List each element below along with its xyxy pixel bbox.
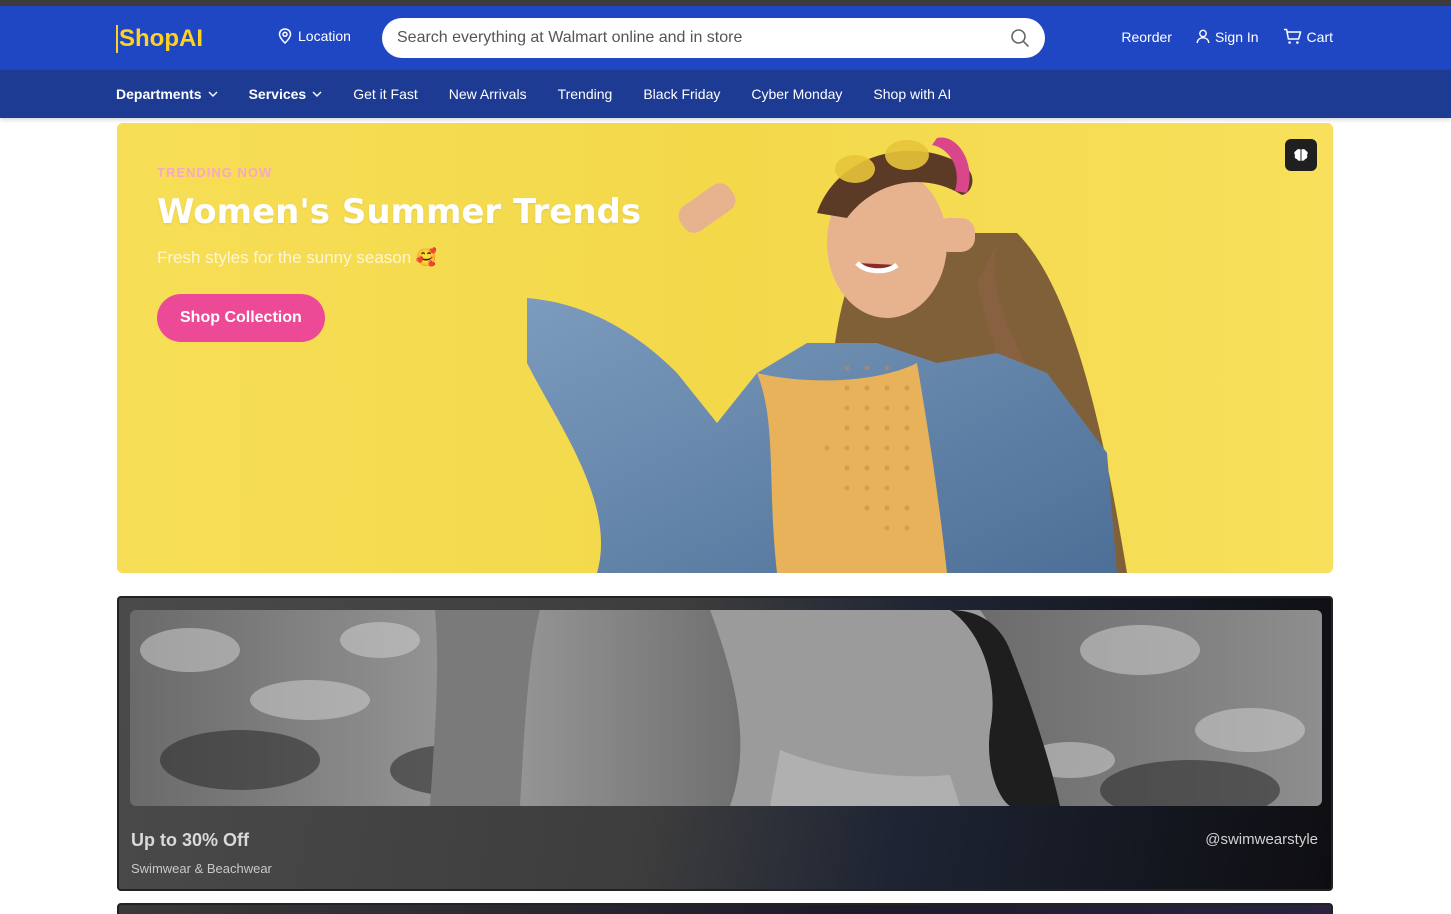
location-label: Location: [298, 28, 351, 44]
site-header: ShopAI Location Reorder Sign In Cart: [0, 6, 1451, 70]
promo-title: Up to 30% Off: [131, 830, 250, 850]
promo-subtitle: Swimwear & Beachwear: [131, 861, 272, 876]
chevron-down-icon: [312, 91, 322, 97]
reorder-label: Reorder: [1121, 28, 1172, 45]
hero-eyebrow: TRENDING NOW: [157, 165, 273, 180]
next-promo-card[interactable]: [117, 903, 1333, 914]
promo-card-swimwear[interactable]: Up to 30% Off Swimwear & Beachwear @swim…: [117, 596, 1333, 891]
cart-icon: [1283, 28, 1301, 44]
promo-image: [130, 610, 1322, 806]
nav-item-get-it-fast[interactable]: Get it Fast: [353, 86, 418, 102]
nav-item-label: Departments: [116, 86, 202, 102]
ai-badge-button[interactable]: [1285, 139, 1317, 171]
search-bar: [382, 18, 1045, 58]
nav-item-services[interactable]: Services: [249, 86, 323, 102]
shop-collection-button[interactable]: Shop Collection: [157, 294, 325, 342]
reorder-link[interactable]: Reorder: [1121, 29, 1172, 45]
search-input[interactable]: [397, 29, 1009, 47]
nav-item-label: Services: [248, 86, 307, 102]
nav-item-black-friday[interactable]: Black Friday: [643, 86, 720, 102]
chevron-down-icon: [208, 91, 218, 97]
hero-banner[interactable]: TRENDING NOW Women's Summer Trends Fresh…: [117, 123, 1333, 573]
nav-item-departments[interactable]: Departments: [116, 86, 218, 102]
nav-item-shop-with-ai[interactable]: Shop with AI: [873, 86, 951, 102]
cart-link[interactable]: Cart: [1283, 28, 1333, 45]
sign-in-link[interactable]: Sign In: [1196, 29, 1259, 45]
header-actions: Reorder Sign In Cart: [1121, 28, 1333, 45]
cart-label: Cart: [1306, 28, 1333, 45]
category-nav: Departments Services Get it Fast New Arr…: [0, 70, 1451, 118]
user-icon: [1196, 29, 1210, 44]
hero-title: Women's Summer Trends: [157, 192, 642, 232]
hero-subtitle-text: Fresh styles for the sunny season: [157, 248, 412, 267]
smiling-emoji-icon: 🥰: [415, 248, 438, 267]
site-logo[interactable]: ShopAI: [116, 25, 203, 53]
location-button[interactable]: Location: [278, 28, 351, 44]
nav-item-trending[interactable]: Trending: [558, 86, 613, 102]
sign-in-label: Sign In: [1214, 28, 1259, 45]
search-button[interactable]: [1009, 27, 1031, 49]
map-pin-icon: [278, 28, 292, 44]
brain-icon: [1294, 149, 1308, 161]
nav-item-cyber-monday[interactable]: Cyber Monday: [751, 86, 842, 102]
hero-content: TRENDING NOW Women's Summer Trends Fresh…: [157, 165, 641, 342]
hero-subtitle: Fresh styles for the sunny season 🥰: [157, 248, 641, 268]
nav-item-new-arrivals[interactable]: New Arrivals: [449, 86, 527, 102]
promo-handle[interactable]: @swimwearstyle: [1205, 831, 1318, 848]
search-icon: [1011, 29, 1029, 47]
